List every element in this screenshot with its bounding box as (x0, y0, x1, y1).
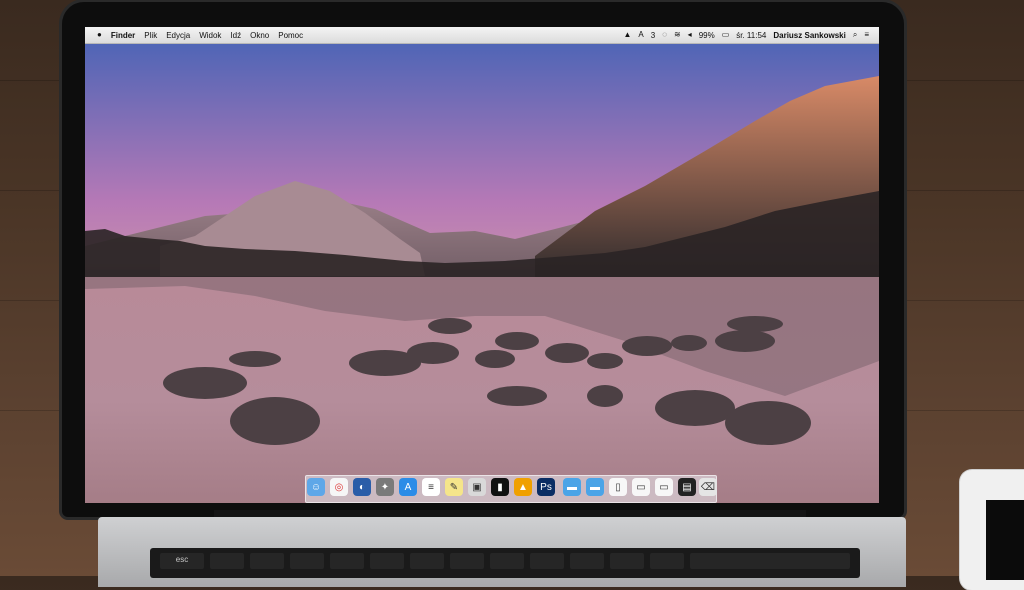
text-icon[interactable]: ≡ (422, 478, 440, 496)
document-icon[interactable]: ▭ (632, 478, 650, 496)
notification-center-icon[interactable]: ≡ (864, 31, 869, 39)
adobe-icon[interactable]: A (638, 31, 643, 39)
key-power[interactable] (690, 553, 850, 569)
clock[interactable]: śr. 11:54 (736, 31, 766, 40)
tablet-screen (986, 500, 1024, 580)
notes-icon[interactable]: ✎ (445, 478, 463, 496)
key-f12[interactable] (650, 553, 684, 569)
menu-pomoc[interactable]: Pomoc (278, 31, 303, 40)
apple-menu-icon[interactable]: ● (97, 31, 102, 39)
volume-icon[interactable]: ◂ (688, 31, 692, 39)
adobe-count: 3 (650, 30, 656, 40)
desktop-wallpaper (85, 41, 879, 503)
menu-okno[interactable]: Okno (250, 31, 269, 40)
photoshop-icon[interactable]: Ps (537, 478, 555, 496)
terminal-window-icon[interactable]: ▤ (678, 478, 696, 496)
key-f5[interactable] (370, 553, 404, 569)
key-esc[interactable]: esc (160, 553, 204, 569)
folder-icon[interactable]: ▬ (563, 478, 581, 496)
key-f2[interactable] (250, 553, 284, 569)
wifi-icon[interactable]: ≋ (674, 31, 681, 39)
key-f7[interactable] (450, 553, 484, 569)
key-f1[interactable] (210, 553, 244, 569)
key-f3[interactable] (290, 553, 324, 569)
menu-widok[interactable]: Widok (199, 31, 221, 40)
key-f10[interactable] (570, 553, 604, 569)
key-f11[interactable] (610, 553, 644, 569)
user-name[interactable]: Dariusz Sankowski (773, 31, 845, 40)
key-f4[interactable] (330, 553, 364, 569)
folder-icon[interactable]: ▬ (586, 478, 604, 496)
key-f9[interactable] (530, 553, 564, 569)
launchpad-icon[interactable]: ✦ (376, 478, 394, 496)
firefox-icon[interactable]: ◐ (353, 478, 371, 496)
menu-idz[interactable]: Idź (230, 31, 241, 40)
spotlight-icon[interactable]: ⌕ (853, 31, 857, 39)
trash-icon[interactable]: ⌫ (699, 478, 717, 496)
terminal-icon[interactable]: ▮ (491, 478, 509, 496)
notification-icon[interactable]: ▲ (623, 31, 631, 39)
chrome-icon[interactable]: ◎ (330, 478, 348, 496)
key-f8[interactable] (490, 553, 524, 569)
document-icon[interactable]: ▭ (655, 478, 673, 496)
document-icon[interactable]: ▯ (609, 478, 627, 496)
menu-bar: ● Finder Plik Edycja Widok Idź Okno Pomo… (85, 27, 879, 44)
time-machine-icon[interactable]: ◌ (662, 31, 667, 39)
app-store-icon[interactable]: A (399, 478, 417, 496)
finder-icon[interactable]: ☺ (307, 478, 325, 496)
preview-icon[interactable]: ▣ (468, 478, 486, 496)
battery-percent: 99% (698, 30, 715, 40)
menu-finder[interactable]: Finder (111, 31, 135, 40)
menu-edycja[interactable]: Edycja (166, 31, 190, 40)
key-f6[interactable] (410, 553, 444, 569)
menu-plik[interactable]: Plik (144, 31, 157, 40)
battery-icon[interactable]: ▭ (722, 31, 730, 39)
laptop-screen: ● Finder Plik Edycja Widok Idź Okno Pomo… (85, 27, 879, 503)
vlc-icon[interactable]: ▲ (514, 478, 532, 496)
